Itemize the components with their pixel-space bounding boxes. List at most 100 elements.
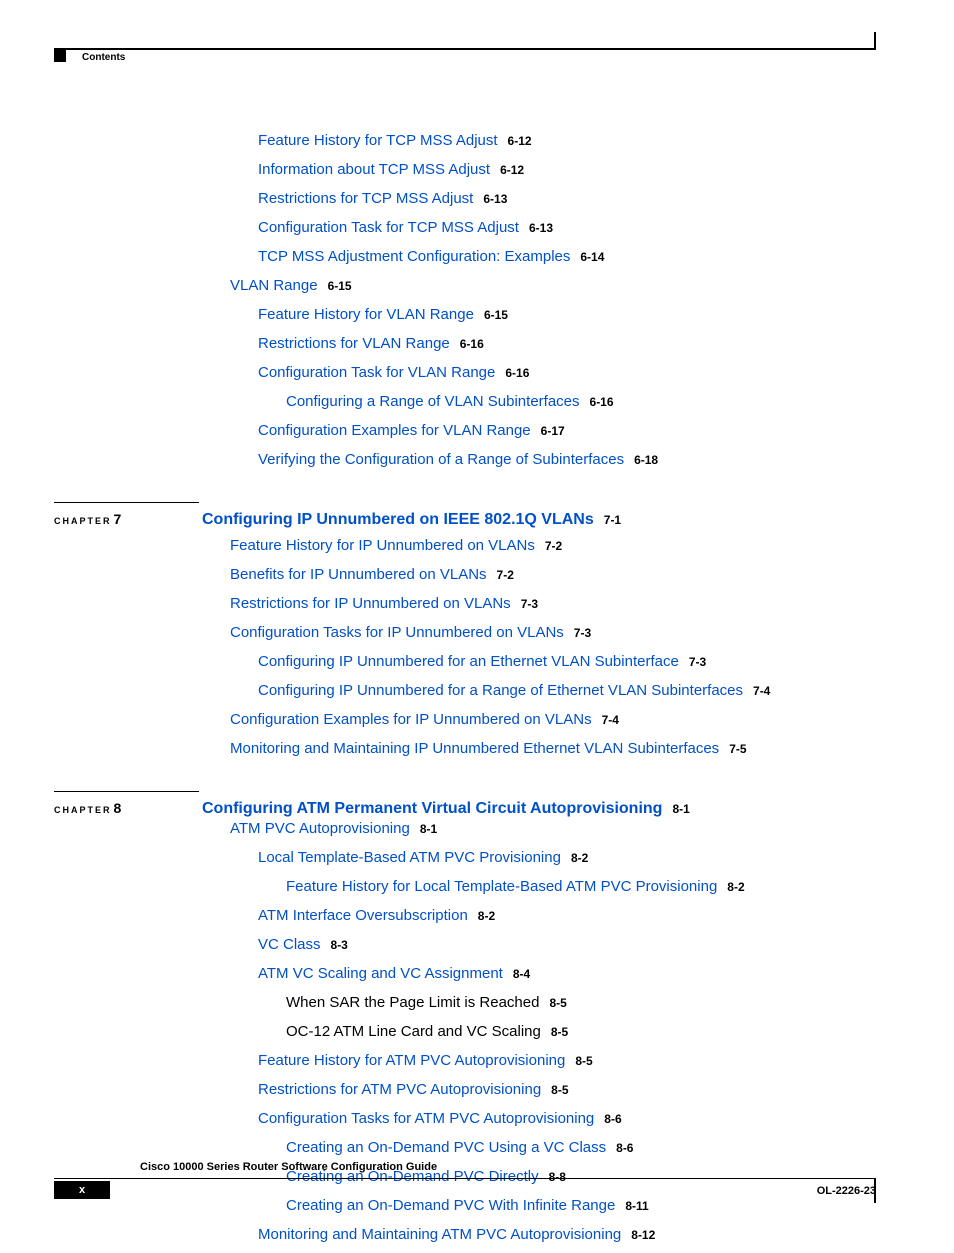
page-ref: 6-13 — [529, 221, 553, 235]
toc-link[interactable]: Creating an On-Demand PVC With Infinite … — [286, 1197, 615, 1214]
toc-link[interactable]: Restrictions for ATM PVC Autoprovisionin… — [258, 1081, 541, 1098]
page-ref: 6-17 — [541, 424, 565, 438]
toc-entry: Feature History for IP Unnumbered on VLA… — [230, 535, 884, 556]
page-ref: 8-4 — [513, 967, 530, 981]
page-ref: 8-1 — [672, 802, 689, 816]
header-rule — [54, 48, 876, 50]
toc-link[interactable]: Information about TCP MSS Adjust — [258, 161, 490, 178]
toc-entry: When SAR the Page Limit is Reached 8-5 — [286, 992, 884, 1013]
toc-link[interactable]: Feature History for IP Unnumbered on VLA… — [230, 537, 535, 554]
page-ref: 7-4 — [602, 713, 619, 727]
toc-entry: Configuring a Range of VLAN Subinterface… — [286, 391, 884, 412]
document-id: OL-2226-23 — [817, 1185, 876, 1197]
toc-link[interactable]: Configuring IP Unnumbered for an Etherne… — [258, 653, 679, 670]
toc-link[interactable]: Local Template-Based ATM PVC Provisionin… — [258, 849, 561, 866]
toc-link[interactable]: Configuration Examples for IP Unnumbered… — [230, 711, 592, 728]
toc-entry: Feature History for TCP MSS Adjust 6-12 — [258, 130, 884, 151]
page-ref: 8-1 — [420, 822, 437, 836]
page-ref: 8-3 — [331, 938, 348, 952]
toc-entry: Information about TCP MSS Adjust 6-12 — [258, 159, 884, 180]
toc-entry: Restrictions for VLAN Range 6-16 — [258, 333, 884, 354]
toc-link[interactable]: Configuring a Range of VLAN Subinterface… — [286, 393, 580, 410]
page-ref: 6-14 — [580, 250, 604, 264]
toc-link[interactable]: ATM Interface Oversubscription — [258, 907, 468, 924]
page-ref: 7-1 — [604, 513, 621, 527]
page-ref: 6-18 — [634, 453, 658, 467]
page-ref: 6-15 — [328, 279, 352, 293]
toc-link[interactable]: Configuration Task for VLAN Range — [258, 364, 495, 381]
toc-link[interactable]: Restrictions for IP Unnumbered on VLANs — [230, 595, 511, 612]
page-ref: 8-2 — [571, 851, 588, 865]
page-ref: 8-5 — [551, 1025, 568, 1039]
toc-link[interactable]: Restrictions for TCP MSS Adjust — [258, 190, 473, 207]
chapter-8-row: CHAPTER8 Configuring ATM Permanent Virtu… — [54, 798, 884, 818]
toc-link[interactable]: Monitoring and Maintaining IP Unnumbered… — [230, 740, 719, 757]
toc-entry: Monitoring and Maintaining IP Unnumbered… — [230, 738, 884, 759]
chapter-7-row: CHAPTER7 Configuring IP Unnumbered on IE… — [54, 509, 884, 529]
page-ref: 6-12 — [500, 163, 524, 177]
toc-entry: Feature History for VLAN Range6-15 — [258, 304, 884, 325]
footer-notch — [874, 1179, 876, 1203]
toc-link[interactable]: ATM VC Scaling and VC Assignment — [258, 965, 503, 982]
toc-link[interactable]: Configuration Task for TCP MSS Adjust — [258, 219, 519, 236]
page-number: x — [79, 1184, 85, 1196]
page-ref: 8-2 — [727, 880, 744, 894]
contents-label: Contents — [82, 52, 125, 63]
table-of-contents: Feature History for TCP MSS Adjust6-12In… — [54, 130, 884, 1253]
toc-link[interactable]: VLAN Range — [230, 277, 318, 294]
chapter-rule — [54, 791, 199, 792]
toc-entry: Benefits for IP Unnumbered on VLANs 7-2 — [230, 564, 884, 585]
page-ref: 8-6 — [604, 1112, 621, 1126]
toc-entry: ATM VC Scaling and VC Assignment 8-4 — [258, 963, 884, 984]
page-ref: 8-5 — [575, 1054, 592, 1068]
toc-link: When SAR the Page Limit is Reached — [286, 994, 539, 1011]
page-ref: 6-12 — [508, 134, 532, 148]
toc-entry: Configuration Examples for VLAN Range 6-1… — [258, 420, 884, 441]
chapter-7-title-link[interactable]: Configuring IP Unnumbered on IEEE 802.1Q… — [202, 511, 594, 528]
page-ref: 7-3 — [521, 597, 538, 611]
toc-link[interactable]: VC Class — [258, 936, 321, 953]
toc-entry: Feature History for ATM PVC Autoprovisio… — [258, 1050, 884, 1071]
toc-entry: Creating an On-Demand PVC With Infinite … — [286, 1195, 884, 1216]
toc-link[interactable]: Creating an On-Demand PVC Using a VC Cla… — [286, 1139, 606, 1156]
toc-entry: Configuration Examples for IP Unnumbered… — [230, 709, 884, 730]
toc-link[interactable]: Configuration Examples for VLAN Range — [258, 422, 531, 439]
page-ref: 7-2 — [545, 539, 562, 553]
toc-link[interactable]: Benefits for IP Unnumbered on VLANs — [230, 566, 487, 583]
page-ref: 8-5 — [549, 996, 566, 1010]
page-ref: 8-6 — [616, 1141, 633, 1155]
page-ref: 6-16 — [460, 337, 484, 351]
toc-entry: Feature History for Local Template-Based… — [286, 876, 884, 897]
toc-link[interactable]: Configuring IP Unnumbered for a Range of… — [258, 682, 743, 699]
toc-entry: Restrictions for TCP MSS Adjust6-13 — [258, 188, 884, 209]
header-square-icon — [54, 50, 66, 62]
toc-entry: Configuration Task for TCP MSS Adjust 6-1… — [258, 217, 884, 238]
page-ref: 8-12 — [631, 1228, 655, 1242]
toc-link[interactable]: Feature History for VLAN Range — [258, 306, 474, 323]
toc-link[interactable]: Configuration Tasks for IP Unnumbered on… — [230, 624, 564, 641]
chapter-rule — [54, 502, 199, 503]
chapter-8-title-link[interactable]: Configuring ATM Permanent Virtual Circui… — [202, 800, 662, 817]
page-number-box: x — [54, 1181, 110, 1199]
chapter-number: 7 — [114, 511, 122, 527]
page-ref: 8-2 — [478, 909, 495, 923]
toc-link[interactable]: Feature History for TCP MSS Adjust — [258, 132, 498, 149]
toc-link[interactable]: ATM PVC Autoprovisioning — [230, 820, 410, 837]
toc-entry: Configuring IP Unnumbered for an Etherne… — [258, 651, 884, 672]
header-notch — [874, 32, 876, 50]
toc-link[interactable]: Configuration Tasks for ATM PVC Autoprov… — [258, 1110, 594, 1127]
toc-entry: ATM Interface Oversubscription 8-2 — [258, 905, 884, 926]
chapter-label: CHAPTER — [54, 805, 112, 815]
page-ref: 8-5 — [551, 1083, 568, 1097]
chapter-label: CHAPTER — [54, 516, 112, 526]
toc-link[interactable]: TCP MSS Adjustment Configuration: Exampl… — [258, 248, 570, 265]
toc-link[interactable]: Feature History for Local Template-Based… — [286, 878, 717, 895]
page-ref: 7-3 — [689, 655, 706, 669]
chapter-number: 8 — [114, 800, 122, 816]
toc-entry: Restrictions for ATM PVC Autoprovisionin… — [258, 1079, 884, 1100]
page-ref: 7-2 — [497, 568, 514, 582]
toc-link[interactable]: Verifying the Configuration of a Range o… — [258, 451, 624, 468]
toc-entry: OC-12 ATM Line Card and VC Scaling8-5 — [286, 1021, 884, 1042]
toc-link[interactable]: Restrictions for VLAN Range — [258, 335, 450, 352]
toc-link[interactable]: Feature History for ATM PVC Autoprovisio… — [258, 1052, 565, 1069]
